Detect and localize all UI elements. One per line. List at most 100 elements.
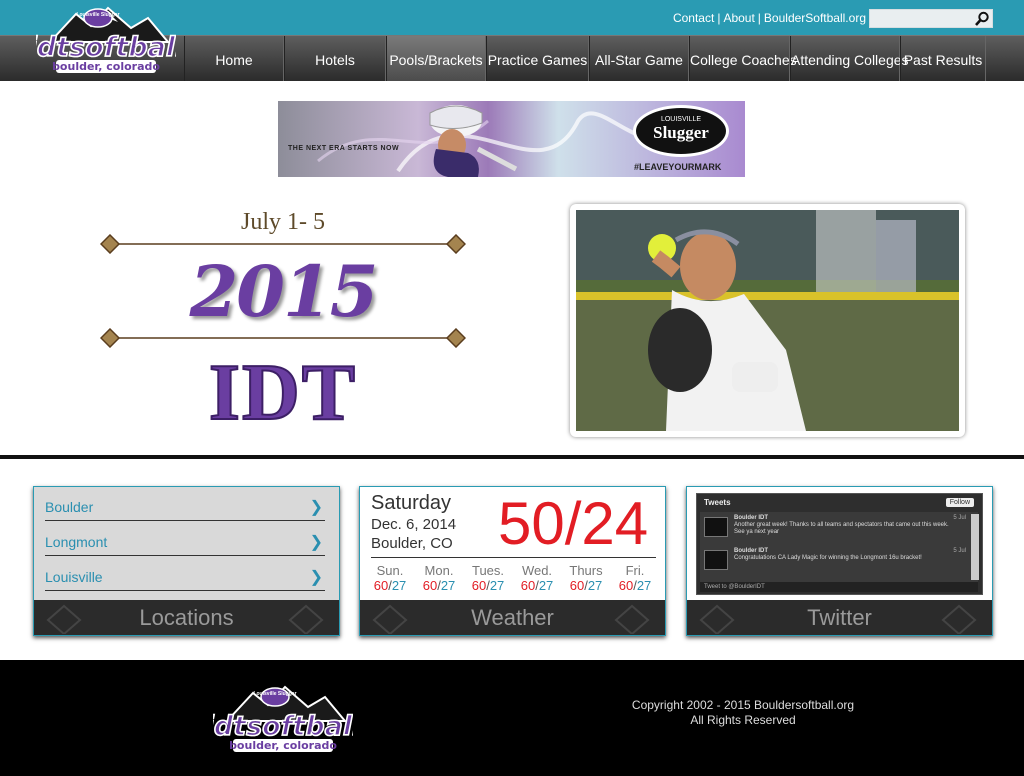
- nav-practice-games[interactable]: Practice Games: [486, 36, 589, 81]
- forecast-day-label: Wed.: [521, 563, 553, 578]
- location-label: Louisville: [45, 569, 103, 585]
- search-input[interactable]: [870, 11, 970, 29]
- forecast-day-label: Tues.: [471, 563, 505, 578]
- softball-player-image: [576, 210, 959, 431]
- banner-era-text: THE NEXT ERA STARTS NOW: [288, 145, 400, 152]
- locations-panel: Boulder ❯ Longmont ❯ Louisville ❯ Locati…: [33, 486, 340, 636]
- twitter-widget[interactable]: Tweets Follow Boulder IDT 5 Jul Another …: [696, 493, 983, 595]
- nav-hotels[interactable]: Hotels: [284, 36, 386, 81]
- forecast-day: Thurs 60/27: [562, 563, 610, 593]
- weather-temperature: 50/24: [498, 490, 649, 557]
- chevron-right-icon: ❯: [309, 499, 323, 516]
- panel-title: Twitter: [807, 605, 872, 630]
- tweet-author: Boulder IDT: [734, 515, 768, 521]
- tweet-item[interactable]: Boulder IDT 5 Jul Another great week! Th…: [704, 515, 974, 547]
- weather-date: Dec. 6, 2014: [371, 516, 457, 533]
- tweet-text: Another great week! Thanks to all teams …: [734, 522, 949, 535]
- tweet-scrollbar[interactable]: [971, 514, 979, 580]
- banner-player-image: [429, 105, 518, 177]
- follow-button[interactable]: Follow: [945, 498, 974, 507]
- copyright-text: Copyright 2002 - 2015 Bouldersoftball.or…: [590, 698, 896, 728]
- forecast-low: 27: [489, 578, 505, 593]
- diamond-field-icon: [699, 604, 735, 634]
- forecast-high: 60: [422, 578, 438, 593]
- location-label: Boulder: [45, 499, 94, 515]
- top-links: Contact | About | BoulderSoftball.org: [673, 11, 866, 25]
- svg-text:idtsoftball: idtsoftball: [213, 711, 353, 742]
- contact-link[interactable]: Contact: [673, 11, 714, 25]
- about-link[interactable]: About: [723, 11, 754, 25]
- tweet-item[interactable]: Boulder IDT 5 Jul Congratulations CA Lad…: [704, 548, 974, 580]
- chevron-right-icon: ❯: [309, 534, 323, 551]
- diamond-field-icon: [46, 604, 82, 634]
- diamond-field-icon: [614, 604, 650, 634]
- forecast-day-label: Fri.: [625, 563, 645, 578]
- event-name: IDT: [208, 348, 358, 438]
- tweet-list[interactable]: Boulder IDT 5 Jul Another great week! Th…: [700, 512, 978, 582]
- weather-panel: Saturday Dec. 6, 2014 Boulder, CO 50/24 …: [359, 486, 666, 636]
- forecast-day: Wed. 60/27: [513, 563, 561, 593]
- copyright-line: Copyright 2002 - 2015 Bouldersoftball.or…: [631, 698, 855, 712]
- diamond-field-icon: [941, 604, 977, 634]
- svg-text:boulder, colorado: boulder, colorado: [229, 739, 337, 752]
- tweet-text: Congratulations CA Lady Magic for winnin…: [734, 555, 922, 561]
- link-separator: |: [757, 11, 761, 25]
- sponsor-banner[interactable]: THE NEXT ERA STARTS NOW LOUISVILLE Slugg…: [278, 101, 745, 177]
- nav-pools-brackets[interactable]: Pools/Brackets: [386, 36, 486, 81]
- panel-footer: Twitter: [687, 600, 992, 635]
- forecast-high: 60: [373, 578, 389, 593]
- forecast-day-label: Sun.: [376, 563, 404, 578]
- svg-text:boulder, colorado: boulder, colorado: [52, 60, 160, 73]
- tweet-time: 5 Jul: [953, 548, 966, 554]
- forecast-low: 27: [391, 578, 407, 593]
- footer-logo[interactable]: Louisville Slugger idtsoftball boulder, …: [213, 683, 353, 755]
- tweet-time: 5 Jul: [953, 515, 966, 521]
- weather-divider: [371, 557, 656, 558]
- nav-home[interactable]: Home: [184, 36, 284, 81]
- event-year: 2015: [189, 250, 379, 333]
- weather-city: Boulder, CO: [371, 535, 453, 552]
- location-item-boulder[interactable]: Boulder ❯: [45, 493, 325, 521]
- site-link[interactable]: BoulderSoftball.org: [764, 11, 866, 25]
- nav-past-results[interactable]: Past Results: [900, 36, 986, 81]
- panel-footer: Locations: [34, 600, 339, 635]
- forecast-low: 27: [538, 578, 554, 593]
- link-separator: |: [717, 11, 721, 25]
- svg-text:idtsoftball: idtsoftball: [36, 32, 176, 63]
- panel-title: Weather: [471, 605, 554, 630]
- site-logo[interactable]: Louisville Slugger idtsoftball boulder, …: [36, 4, 176, 76]
- forecast-day: Sun. 60/27: [366, 563, 414, 593]
- diamond-field-icon: [372, 604, 408, 634]
- chevron-right-icon: ❯: [309, 569, 323, 586]
- forecast-low: 27: [636, 578, 652, 593]
- location-item-louisville[interactable]: Louisville ❯: [45, 563, 325, 591]
- ornament-divider: [100, 328, 466, 348]
- forecast-day: Fri. 60/27: [611, 563, 659, 593]
- twitter-header: Tweets: [704, 498, 731, 507]
- search-icon[interactable]: [974, 11, 990, 27]
- forecast-day-label: Thurs: [569, 563, 603, 578]
- svg-text:Louisville Slugger: Louisville Slugger: [253, 691, 296, 697]
- avatar: [704, 550, 728, 570]
- forecast-high: 60: [520, 578, 536, 593]
- section-divider: [0, 455, 1024, 459]
- twitter-panel: Tweets Follow Boulder IDT 5 Jul Another …: [686, 486, 993, 636]
- forecast-day-label: Mon.: [424, 563, 454, 578]
- panel-footer: Weather: [360, 600, 665, 635]
- tweet-compose[interactable]: Tweet to @BoulderIDT: [700, 582, 978, 592]
- rights-line: All Rights Reserved: [690, 713, 796, 727]
- location-label: Longmont: [45, 534, 108, 550]
- nav-college-coaches[interactable]: College Coaches: [689, 36, 797, 81]
- event-dates: July 1- 5: [241, 209, 325, 235]
- nav-all-star-game[interactable]: All-Star Game: [589, 36, 689, 81]
- forecast-high: 60: [618, 578, 634, 593]
- louisville-slugger-logo: LOUISVILLE Slugger: [633, 105, 729, 157]
- tweet-author: Boulder IDT: [734, 548, 768, 554]
- sponsor-big-text: Slugger: [653, 123, 709, 142]
- diamond-field-icon: [288, 604, 324, 634]
- location-item-longmont[interactable]: Longmont ❯: [45, 528, 325, 556]
- sponsor-small-text: LOUISVILLE: [660, 116, 702, 123]
- banner-hashtag: #LEAVEYOURMARK: [634, 162, 722, 172]
- forecast-day: Mon. 60/27: [415, 563, 463, 593]
- nav-attending-colleges[interactable]: Attending Colleges: [790, 36, 909, 81]
